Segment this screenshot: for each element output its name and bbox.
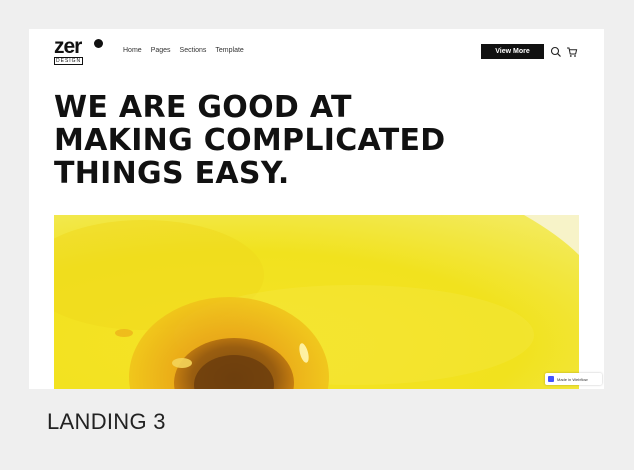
webflow-icon [548, 376, 554, 382]
view-more-button[interactable]: View More [481, 44, 544, 59]
nav-link-home[interactable]: Home [123, 47, 142, 54]
top-nav: zer DESIGN Home Pages Sections Template … [29, 29, 604, 75]
logo-dot [94, 39, 103, 48]
landing-preview-card[interactable]: zer DESIGN Home Pages Sections Template … [29, 29, 604, 389]
nav-link-pages[interactable]: Pages [151, 47, 171, 54]
brand-logo[interactable]: zer DESIGN [54, 35, 108, 66]
egg-yolk-photo [54, 215, 579, 389]
cart-icon[interactable] [566, 45, 578, 57]
logo-wordmark: zer [54, 35, 82, 58]
hero-line-2: MAKING COMPLICATED [54, 123, 446, 158]
nav-link-template[interactable]: Template [215, 47, 243, 54]
hero-line-1: WE ARE GOOD AT [54, 90, 352, 125]
made-in-webflow-badge[interactable]: Made in Webflow [545, 373, 602, 385]
template-caption: LANDING 3 [47, 409, 166, 434]
webflow-badge-label: Made in Webflow [557, 376, 588, 382]
logo-subtitle: DESIGN [54, 57, 84, 65]
hero-headline: WE ARE GOOD AT MAKING COMPLICATED THINGS… [54, 91, 494, 190]
hero-image [54, 215, 579, 389]
nav-links: Home Pages Sections Template [123, 47, 244, 54]
search-icon[interactable] [550, 45, 562, 57]
hero-line-3: THINGS EASY. [54, 156, 290, 191]
nav-link-sections[interactable]: Sections [180, 47, 207, 54]
